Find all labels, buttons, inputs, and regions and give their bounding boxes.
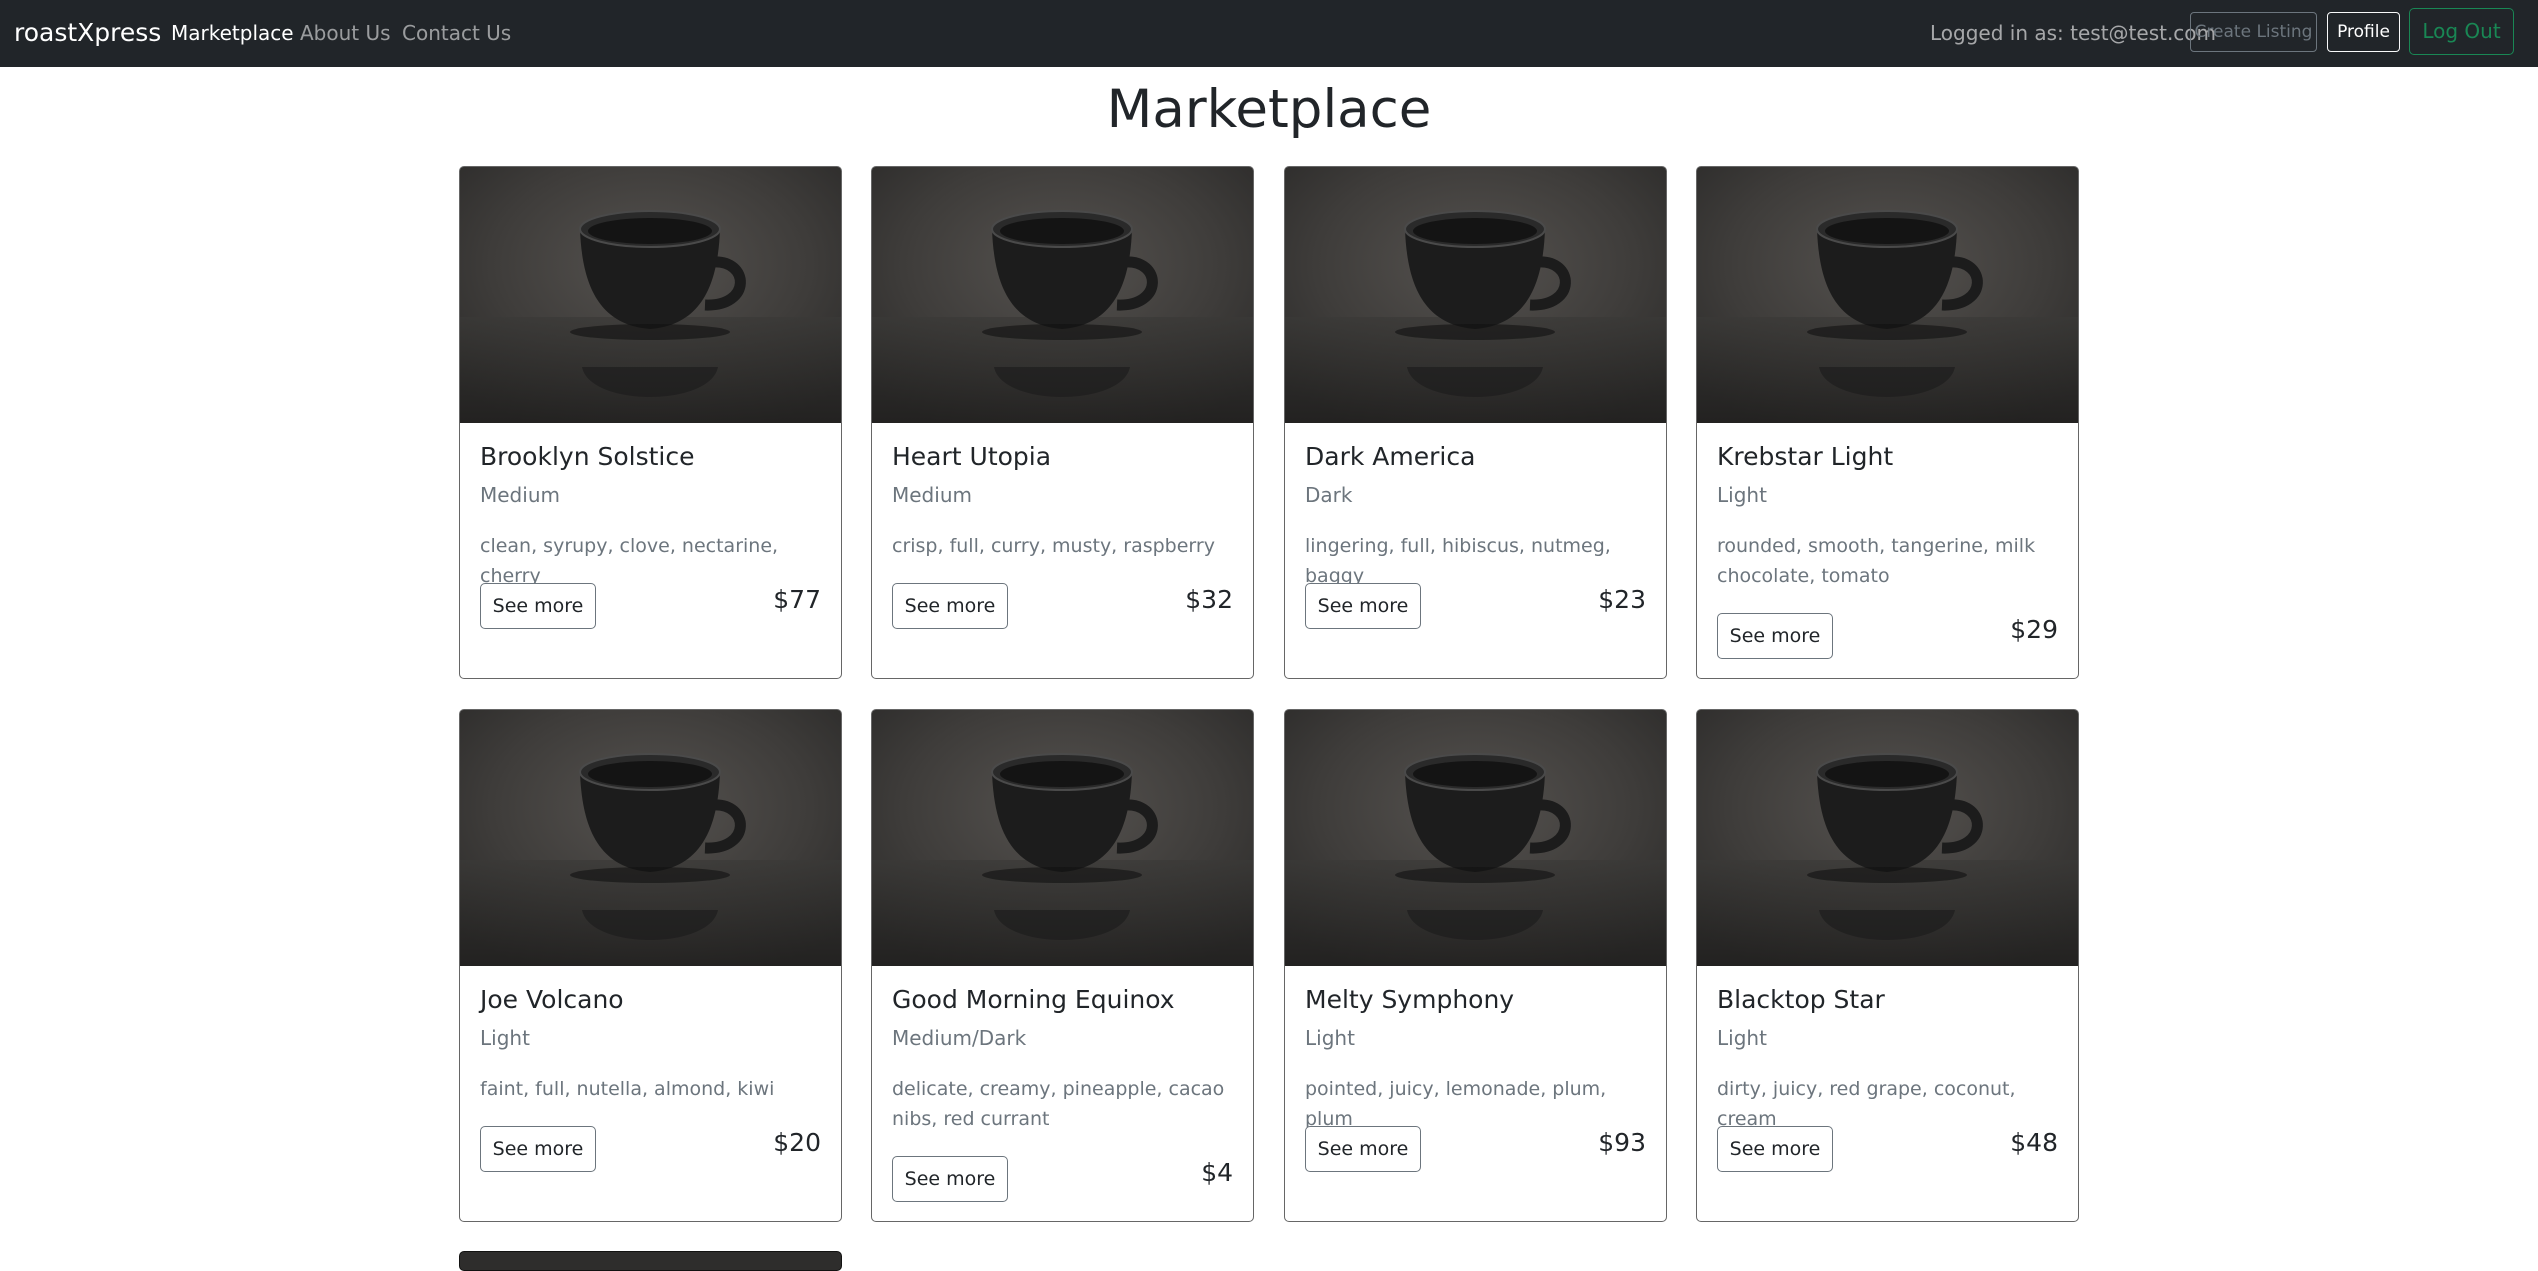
listing-card-partial xyxy=(459,1251,842,1271)
listing-title: Joe Volcano xyxy=(480,985,624,1014)
listing-notes: delicate, creamy, pineapple, cacao nibs,… xyxy=(892,1078,1225,1130)
coffee-cup-image xyxy=(460,710,841,966)
listing-card: Good Morning Equinox Medium/Dark delicat… xyxy=(871,709,1254,1222)
brand-logo[interactable]: roastXpress xyxy=(14,17,161,49)
nav-link-marketplace[interactable]: Marketplace xyxy=(171,20,294,46)
listing-price: $29 xyxy=(2010,615,2058,644)
listing-roast: Light xyxy=(1305,1026,1355,1050)
coffee-cup-image xyxy=(460,167,841,423)
see-more-button[interactable]: See more xyxy=(1717,613,1833,659)
coffee-cup-image xyxy=(1285,167,1666,423)
listing-title: Krebstar Light xyxy=(1717,442,1894,471)
listing-card: Joe Volcano Light faint, full, nutella, … xyxy=(459,709,842,1222)
listing-notes: crisp, full, curry, musty, raspberry xyxy=(892,535,1215,557)
listing-card: Blacktop Star Light dirty, juicy, red gr… xyxy=(1696,709,2079,1222)
listing-notes: pointed, juicy, lemonade, plum, plum xyxy=(1305,1078,1607,1130)
listing-title: Good Morning Equinox xyxy=(892,985,1175,1014)
nav-link-about-us[interactable]: About Us xyxy=(300,20,391,46)
see-more-button[interactable]: See more xyxy=(892,1156,1008,1202)
listing-roast: Light xyxy=(1717,1026,1767,1050)
see-more-button[interactable]: See more xyxy=(1305,1126,1421,1172)
coffee-cup-image xyxy=(872,167,1253,423)
listing-notes: dirty, juicy, red grape, coconut, cream xyxy=(1717,1078,2016,1130)
logged-in-status: Logged in as: test@test.com xyxy=(1930,21,2217,45)
see-more-button[interactable]: See more xyxy=(1305,583,1421,629)
listing-price: $4 xyxy=(1201,1158,1233,1187)
listing-notes: rounded, smooth, tangerine, milk chocola… xyxy=(1717,535,2036,587)
see-more-button[interactable]: See more xyxy=(892,583,1008,629)
listing-notes: faint, full, nutella, almond, kiwi xyxy=(480,1078,775,1100)
listing-price: $23 xyxy=(1598,585,1646,614)
coffee-cup-image xyxy=(1697,167,2078,423)
nav-link-contact-us[interactable]: Contact Us xyxy=(402,20,511,46)
see-more-button[interactable]: See more xyxy=(480,1126,596,1172)
listing-price: $32 xyxy=(1185,585,1233,614)
listing-price: $93 xyxy=(1598,1128,1646,1157)
listing-card: Melty Symphony Light pointed, juicy, lem… xyxy=(1284,709,1667,1222)
listing-roast: Light xyxy=(1717,483,1767,507)
listing-roast: Dark xyxy=(1305,483,1353,507)
coffee-cup-image xyxy=(1697,710,2078,966)
listing-title: Brooklyn Solstice xyxy=(480,442,695,471)
listing-price: $20 xyxy=(773,1128,821,1157)
listing-roast: Light xyxy=(480,1026,530,1050)
listing-card: Dark America Dark lingering, full, hibis… xyxy=(1284,166,1667,679)
listing-roast: Medium xyxy=(892,483,972,507)
listing-price: $77 xyxy=(773,585,821,614)
listing-title: Blacktop Star xyxy=(1717,985,1885,1014)
listing-notes: lingering, full, hibiscus, nutmeg, baggy xyxy=(1305,535,1611,587)
listing-price: $48 xyxy=(2010,1128,2058,1157)
listing-title: Dark America xyxy=(1305,442,1476,471)
listing-title: Heart Utopia xyxy=(892,442,1052,471)
page-title: Marketplace xyxy=(1106,79,1432,140)
see-more-button[interactable]: See more xyxy=(480,583,596,629)
coffee-cup-image xyxy=(1285,710,1666,966)
create-listing-button[interactable]: Create Listing xyxy=(2190,12,2317,52)
listing-title: Melty Symphony xyxy=(1305,985,1515,1014)
coffee-cup-image xyxy=(872,710,1253,966)
listing-roast: Medium/Dark xyxy=(892,1026,1027,1050)
listing-roast: Medium xyxy=(480,483,560,507)
logout-button[interactable]: Log Out xyxy=(2409,8,2514,55)
listing-card: Krebstar Light Light rounded, smooth, ta… xyxy=(1696,166,2079,679)
listing-notes: clean, syrupy, clove, nectarine, cherry xyxy=(480,535,779,587)
listing-card: Brooklyn Solstice Medium clean, syrupy, … xyxy=(459,166,842,679)
see-more-button[interactable]: See more xyxy=(1717,1126,1833,1172)
navbar: roastXpress Marketplace About Us Contact… xyxy=(0,0,2538,67)
listing-card: Heart Utopia Medium crisp, full, curry, … xyxy=(871,166,1254,679)
profile-button[interactable]: Profile xyxy=(2327,12,2400,52)
